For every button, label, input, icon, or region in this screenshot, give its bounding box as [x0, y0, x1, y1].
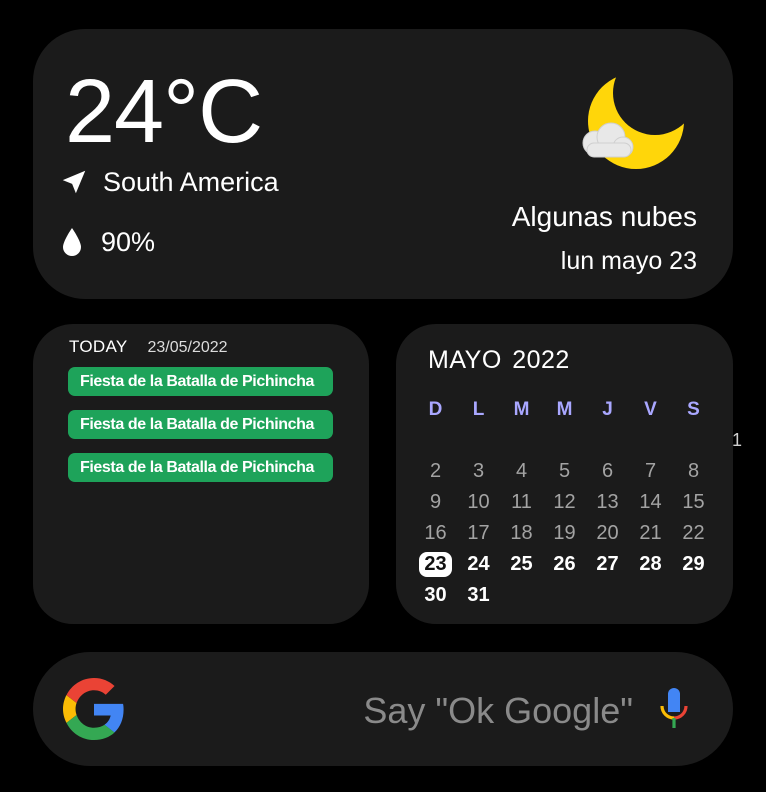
weekday-label: M	[556, 398, 573, 420]
today-events-widget[interactable]: TODAY 23/05/2022 Fiesta de la Batalla de…	[33, 324, 369, 624]
calendar-day[interactable]: 21	[629, 518, 672, 549]
calendar-day	[586, 425, 629, 456]
microphone-icon[interactable]	[657, 686, 691, 732]
weekday-label: L	[472, 398, 485, 420]
water-drop-icon	[63, 228, 81, 256]
calendar-day	[414, 425, 457, 456]
calendar-day[interactable]: 3	[457, 456, 500, 487]
event-item[interactable]: Fiesta de la Batalla de Pichincha	[68, 410, 333, 439]
month-calendar-widget[interactable]: MAYO 2022 D L M M J V S 2 3 4 5 6 7 8 9 10 11 12 13…	[396, 324, 733, 624]
today-label: TODAY	[69, 337, 128, 356]
calendar-day[interactable]: 20	[586, 518, 629, 549]
calendar-day	[629, 425, 672, 456]
calendar-day[interactable]: 12	[543, 487, 586, 518]
calendar-day[interactable]: 5	[543, 456, 586, 487]
humidity-row: 90%	[61, 225, 155, 259]
calendar-day[interactable]: 13	[586, 487, 629, 518]
calendar-day[interactable]: 31	[457, 580, 500, 611]
calendar-day[interactable]: 6	[586, 456, 629, 487]
weather-date: lun mayo 23	[560, 247, 697, 275]
calendar-day[interactable]: 25	[500, 549, 543, 580]
location-row: South America	[59, 165, 279, 199]
calendar-grid: D L M M J V S 2 3 4 5 6 7 8 9 10 11 12 13 14 15 16 17 18…	[414, 394, 715, 611]
location-label: South America	[103, 166, 279, 197]
calendar-week-row: 9 10 11 12 13 14 15	[414, 487, 715, 518]
calendar-day[interactable]: 18	[500, 518, 543, 549]
calendar-day[interactable]: 7	[629, 456, 672, 487]
calendar-day[interactable]: 4	[500, 456, 543, 487]
weekday-label: S	[687, 398, 700, 420]
calendar-day[interactable]: 28	[629, 549, 672, 580]
calendar-day[interactable]: 15	[672, 487, 715, 518]
event-item[interactable]: Fiesta de la Batalla de Pichincha	[68, 453, 333, 482]
calendar-day	[500, 425, 543, 456]
today-date: 23/05/2022	[147, 339, 228, 356]
calendar-day[interactable]: 26	[543, 549, 586, 580]
calendar-day[interactable]: 30	[414, 580, 457, 611]
calendar-week-row: 16 17 18 19 20 21 22	[414, 518, 715, 549]
calendar-day[interactable]: 9	[414, 487, 457, 518]
today-header: TODAY 23/05/2022	[69, 337, 228, 357]
temperature: 24°C	[65, 62, 263, 162]
calendar-day	[629, 580, 672, 611]
calendar-day	[500, 580, 543, 611]
calendar-day[interactable]: 11	[500, 487, 543, 518]
weekday-label: M	[513, 398, 530, 420]
humidity-value: 90%	[101, 226, 156, 257]
weekday-label: D	[428, 398, 443, 420]
overflow-day-number: 1	[732, 430, 743, 450]
calendar-day	[586, 580, 629, 611]
calendar-day[interactable]: 8	[672, 456, 715, 487]
weather-condition: Algunas nubes	[511, 201, 697, 232]
weekday-label: J	[602, 398, 613, 420]
calendar-day-today[interactable]: 23	[414, 549, 457, 580]
calendar-week-row: 2345678	[414, 456, 715, 487]
event-list: Fiesta de la Batalla de Pichincha Fiesta…	[68, 367, 333, 496]
calendar-day[interactable]: 14	[629, 487, 672, 518]
calendar-day	[672, 425, 715, 456]
moon-with-cloud-icon	[582, 73, 684, 169]
weather-widget[interactable]: 24°C South America 90% Algunas nubes lun…	[33, 29, 733, 299]
calendar-weeks: 2 3 4 5 6 7 8 9 10 11 12 13 14 15 16 17 18 19 20 21 22 23 24 25…	[414, 425, 715, 611]
calendar-day	[457, 425, 500, 456]
calendar-day[interactable]: 10	[457, 487, 500, 518]
location-arrow-icon	[62, 170, 86, 194]
google-g-icon[interactable]	[63, 678, 125, 740]
google-search-bar[interactable]: Say "Ok Google"	[33, 652, 733, 766]
calendar-week-row: 30 31	[414, 580, 715, 611]
calendar-week-row	[414, 425, 715, 456]
calendar-day[interactable]: 16	[414, 518, 457, 549]
calendar-week-row: 23 24 25 26 27 28 29	[414, 549, 715, 580]
voice-search-hint[interactable]: Say "Ok Google"	[363, 690, 633, 732]
calendar-title: MAYO 2022	[428, 346, 570, 374]
calendar-day[interactable]: 2	[414, 456, 457, 487]
calendar-day[interactable]: 27	[586, 549, 629, 580]
calendar-day	[672, 580, 715, 611]
calendar-day[interactable]: 22	[672, 518, 715, 549]
calendar-day[interactable]: 24	[457, 549, 500, 580]
weekday-label: V	[644, 398, 657, 420]
event-item[interactable]: Fiesta de la Batalla de Pichincha	[68, 367, 333, 396]
calendar-day	[543, 580, 586, 611]
calendar-day	[543, 425, 586, 456]
calendar-day[interactable]: 29	[672, 549, 715, 580]
calendar-day[interactable]: 19	[543, 518, 586, 549]
calendar-day[interactable]: 17	[457, 518, 500, 549]
weekday-header-row: D L M M J V S	[414, 394, 715, 425]
